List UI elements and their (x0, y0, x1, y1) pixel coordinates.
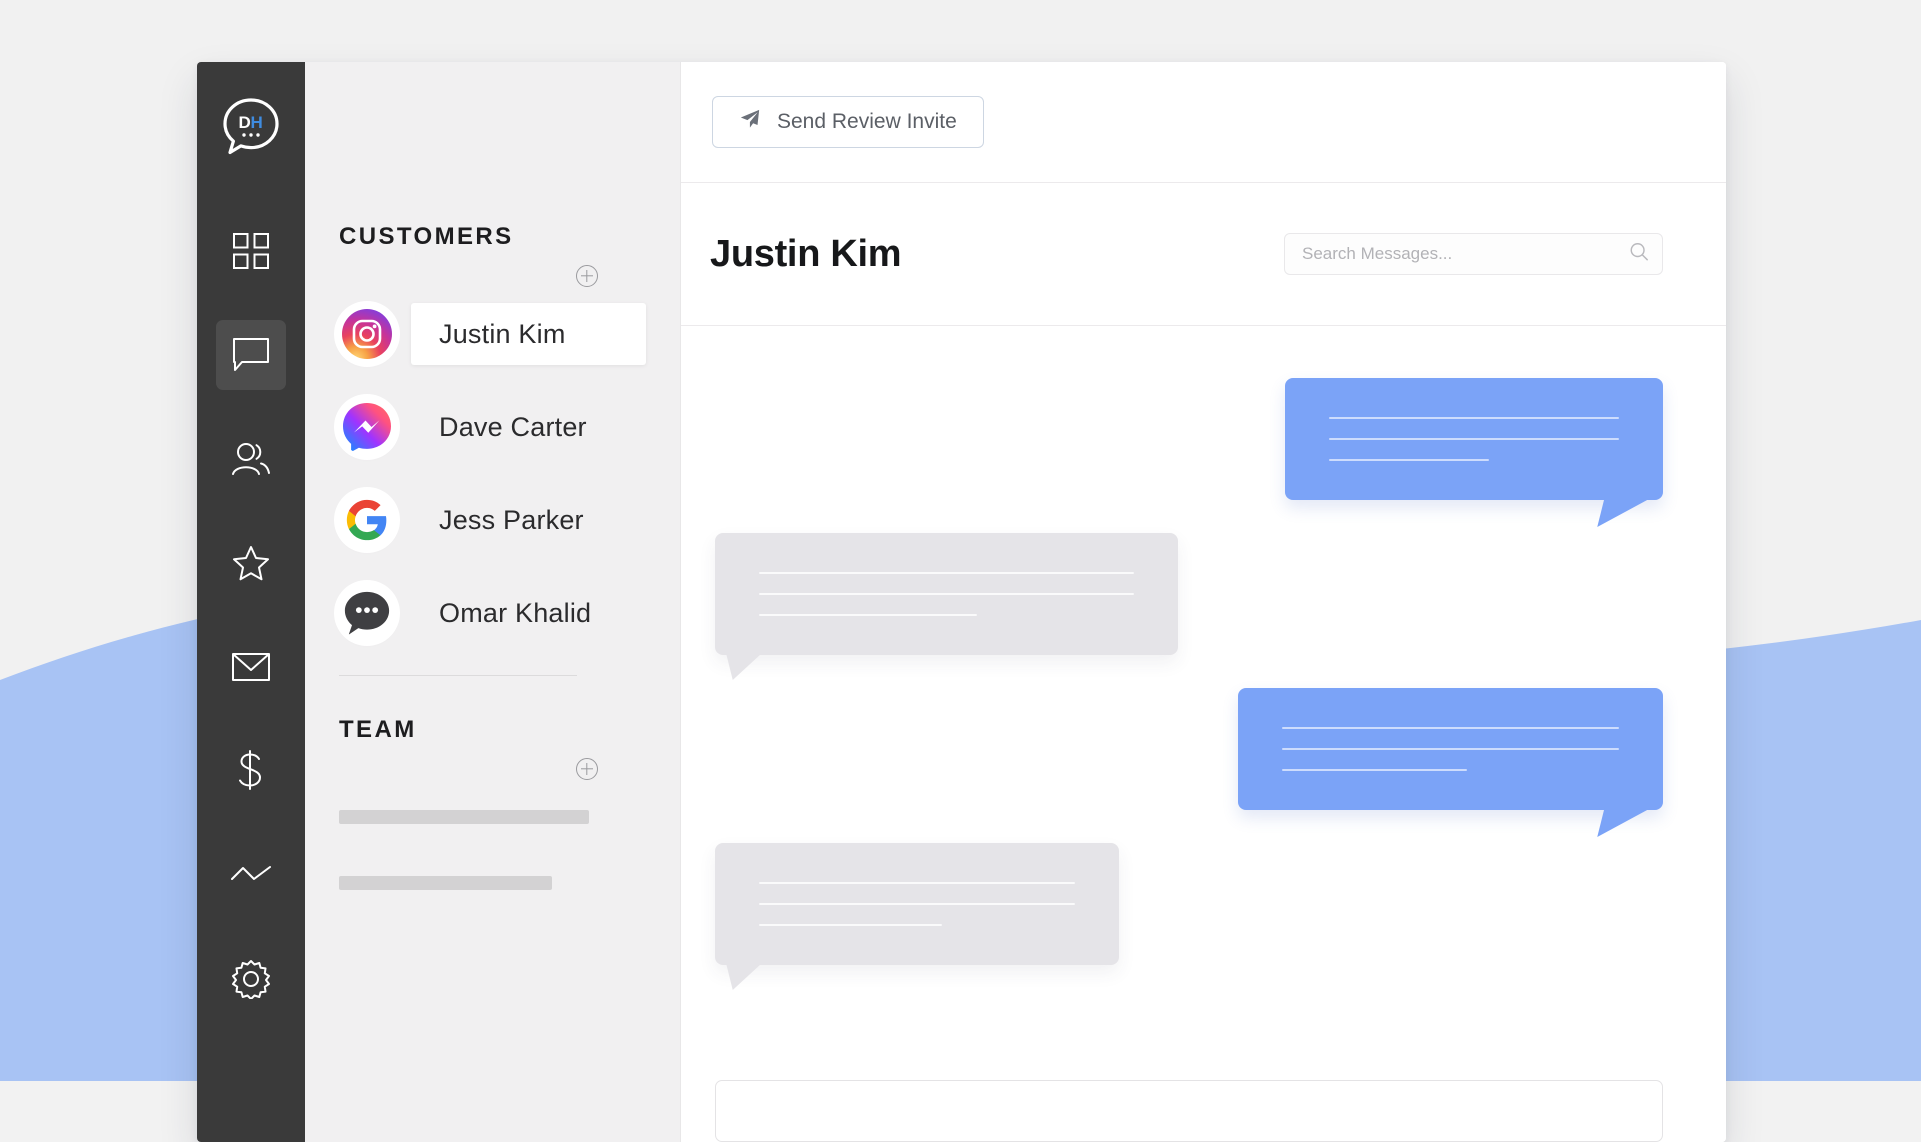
message-line (1329, 438, 1619, 440)
message-bubble-incoming-3[interactable] (715, 843, 1119, 965)
customer-name-2: Jess Parker (411, 489, 646, 551)
conversation-panel: Send Review Invite Justin Kim (681, 62, 1726, 1142)
paper-plane-icon (739, 108, 761, 136)
sidebar-item-payments[interactable] (216, 736, 286, 806)
message-line (1329, 417, 1619, 419)
people-icon (231, 441, 271, 477)
customers-heading: CUSTOMERS (339, 223, 646, 251)
message-composer-input[interactable] (715, 1080, 1663, 1142)
message-line (759, 882, 1075, 884)
customers-sidebar: CUSTOMERS (305, 62, 681, 1142)
gear-icon (231, 959, 271, 999)
message-line (1282, 727, 1619, 729)
sidebar-item-reviews[interactable] (216, 528, 286, 598)
search-input[interactable] (1284, 233, 1663, 275)
message-row-1 (715, 533, 1663, 655)
message-line (759, 924, 942, 926)
avatar-instagram (339, 306, 395, 362)
send-review-invite-label: Send Review Invite (777, 110, 957, 134)
message-bubble-outgoing-0[interactable] (1285, 378, 1663, 500)
search-messages-container (1284, 233, 1663, 275)
chat-bubble-icon (231, 336, 271, 374)
logo-letter-h: H (251, 113, 263, 132)
app-window: D H (197, 62, 1726, 1142)
message-row-3 (715, 843, 1663, 965)
message-line (759, 903, 1075, 905)
team-heading: TEAM (339, 716, 646, 744)
message-line (1282, 769, 1467, 771)
list-item-customer-3[interactable]: Omar Khalid (339, 582, 646, 644)
star-icon (232, 544, 270, 582)
top-toolbar: Send Review Invite (681, 62, 1726, 183)
add-team-row (339, 758, 646, 780)
envelope-icon (231, 651, 271, 683)
customer-name-0: Justin Kim (411, 303, 646, 365)
plus-circle-icon-team[interactable] (576, 758, 598, 780)
team-placeholder-0 (339, 810, 589, 824)
conversation-header: Justin Kim (681, 183, 1726, 326)
app-logo: D H (219, 94, 283, 158)
avatar-messenger (339, 399, 395, 455)
customer-name-3: Omar Khalid (411, 582, 646, 644)
dollar-icon (236, 750, 266, 792)
list-item-customer-1[interactable]: Dave Carter (339, 396, 646, 458)
sidebar-item-email[interactable] (216, 632, 286, 702)
message-line (1282, 748, 1619, 750)
sidebar-item-contacts[interactable] (216, 424, 286, 494)
avatar-sms (339, 585, 395, 641)
list-item-customer-2[interactable]: Jess Parker (339, 489, 646, 551)
message-row-2 (715, 688, 1663, 810)
message-bubble-outgoing-2[interactable] (1238, 688, 1663, 810)
message-composer-container (681, 1080, 1726, 1142)
sidebar-divider (339, 675, 577, 676)
page-title: Justin Kim (710, 233, 901, 276)
sidebar-item-messages[interactable] (216, 320, 286, 390)
primary-nav-rail: D H (197, 62, 305, 1142)
search-icon[interactable] (1629, 242, 1649, 267)
sidebar-item-dashboard[interactable] (216, 216, 286, 286)
message-line (759, 614, 977, 616)
message-thread (681, 326, 1726, 1080)
team-placeholder-1 (339, 876, 552, 890)
message-line (759, 572, 1134, 574)
add-customer-row (339, 265, 646, 287)
logo-letter-d: D (239, 113, 251, 132)
message-line (1329, 459, 1489, 461)
sidebar-item-analytics[interactable] (216, 840, 286, 910)
avatar-google (339, 492, 395, 548)
grid-icon (232, 232, 270, 270)
plus-circle-icon-customers[interactable] (576, 265, 598, 287)
send-review-invite-button[interactable]: Send Review Invite (712, 96, 984, 148)
customer-name-1: Dave Carter (411, 396, 646, 458)
sidebar-item-settings[interactable] (216, 944, 286, 1014)
list-item-customer-0[interactable]: Justin Kim (339, 303, 646, 365)
message-bubble-incoming-1[interactable] (715, 533, 1178, 655)
trendline-icon (230, 865, 272, 885)
customer-list: Justin Kim (339, 303, 646, 644)
message-line (759, 593, 1134, 595)
message-row-0 (715, 378, 1663, 500)
